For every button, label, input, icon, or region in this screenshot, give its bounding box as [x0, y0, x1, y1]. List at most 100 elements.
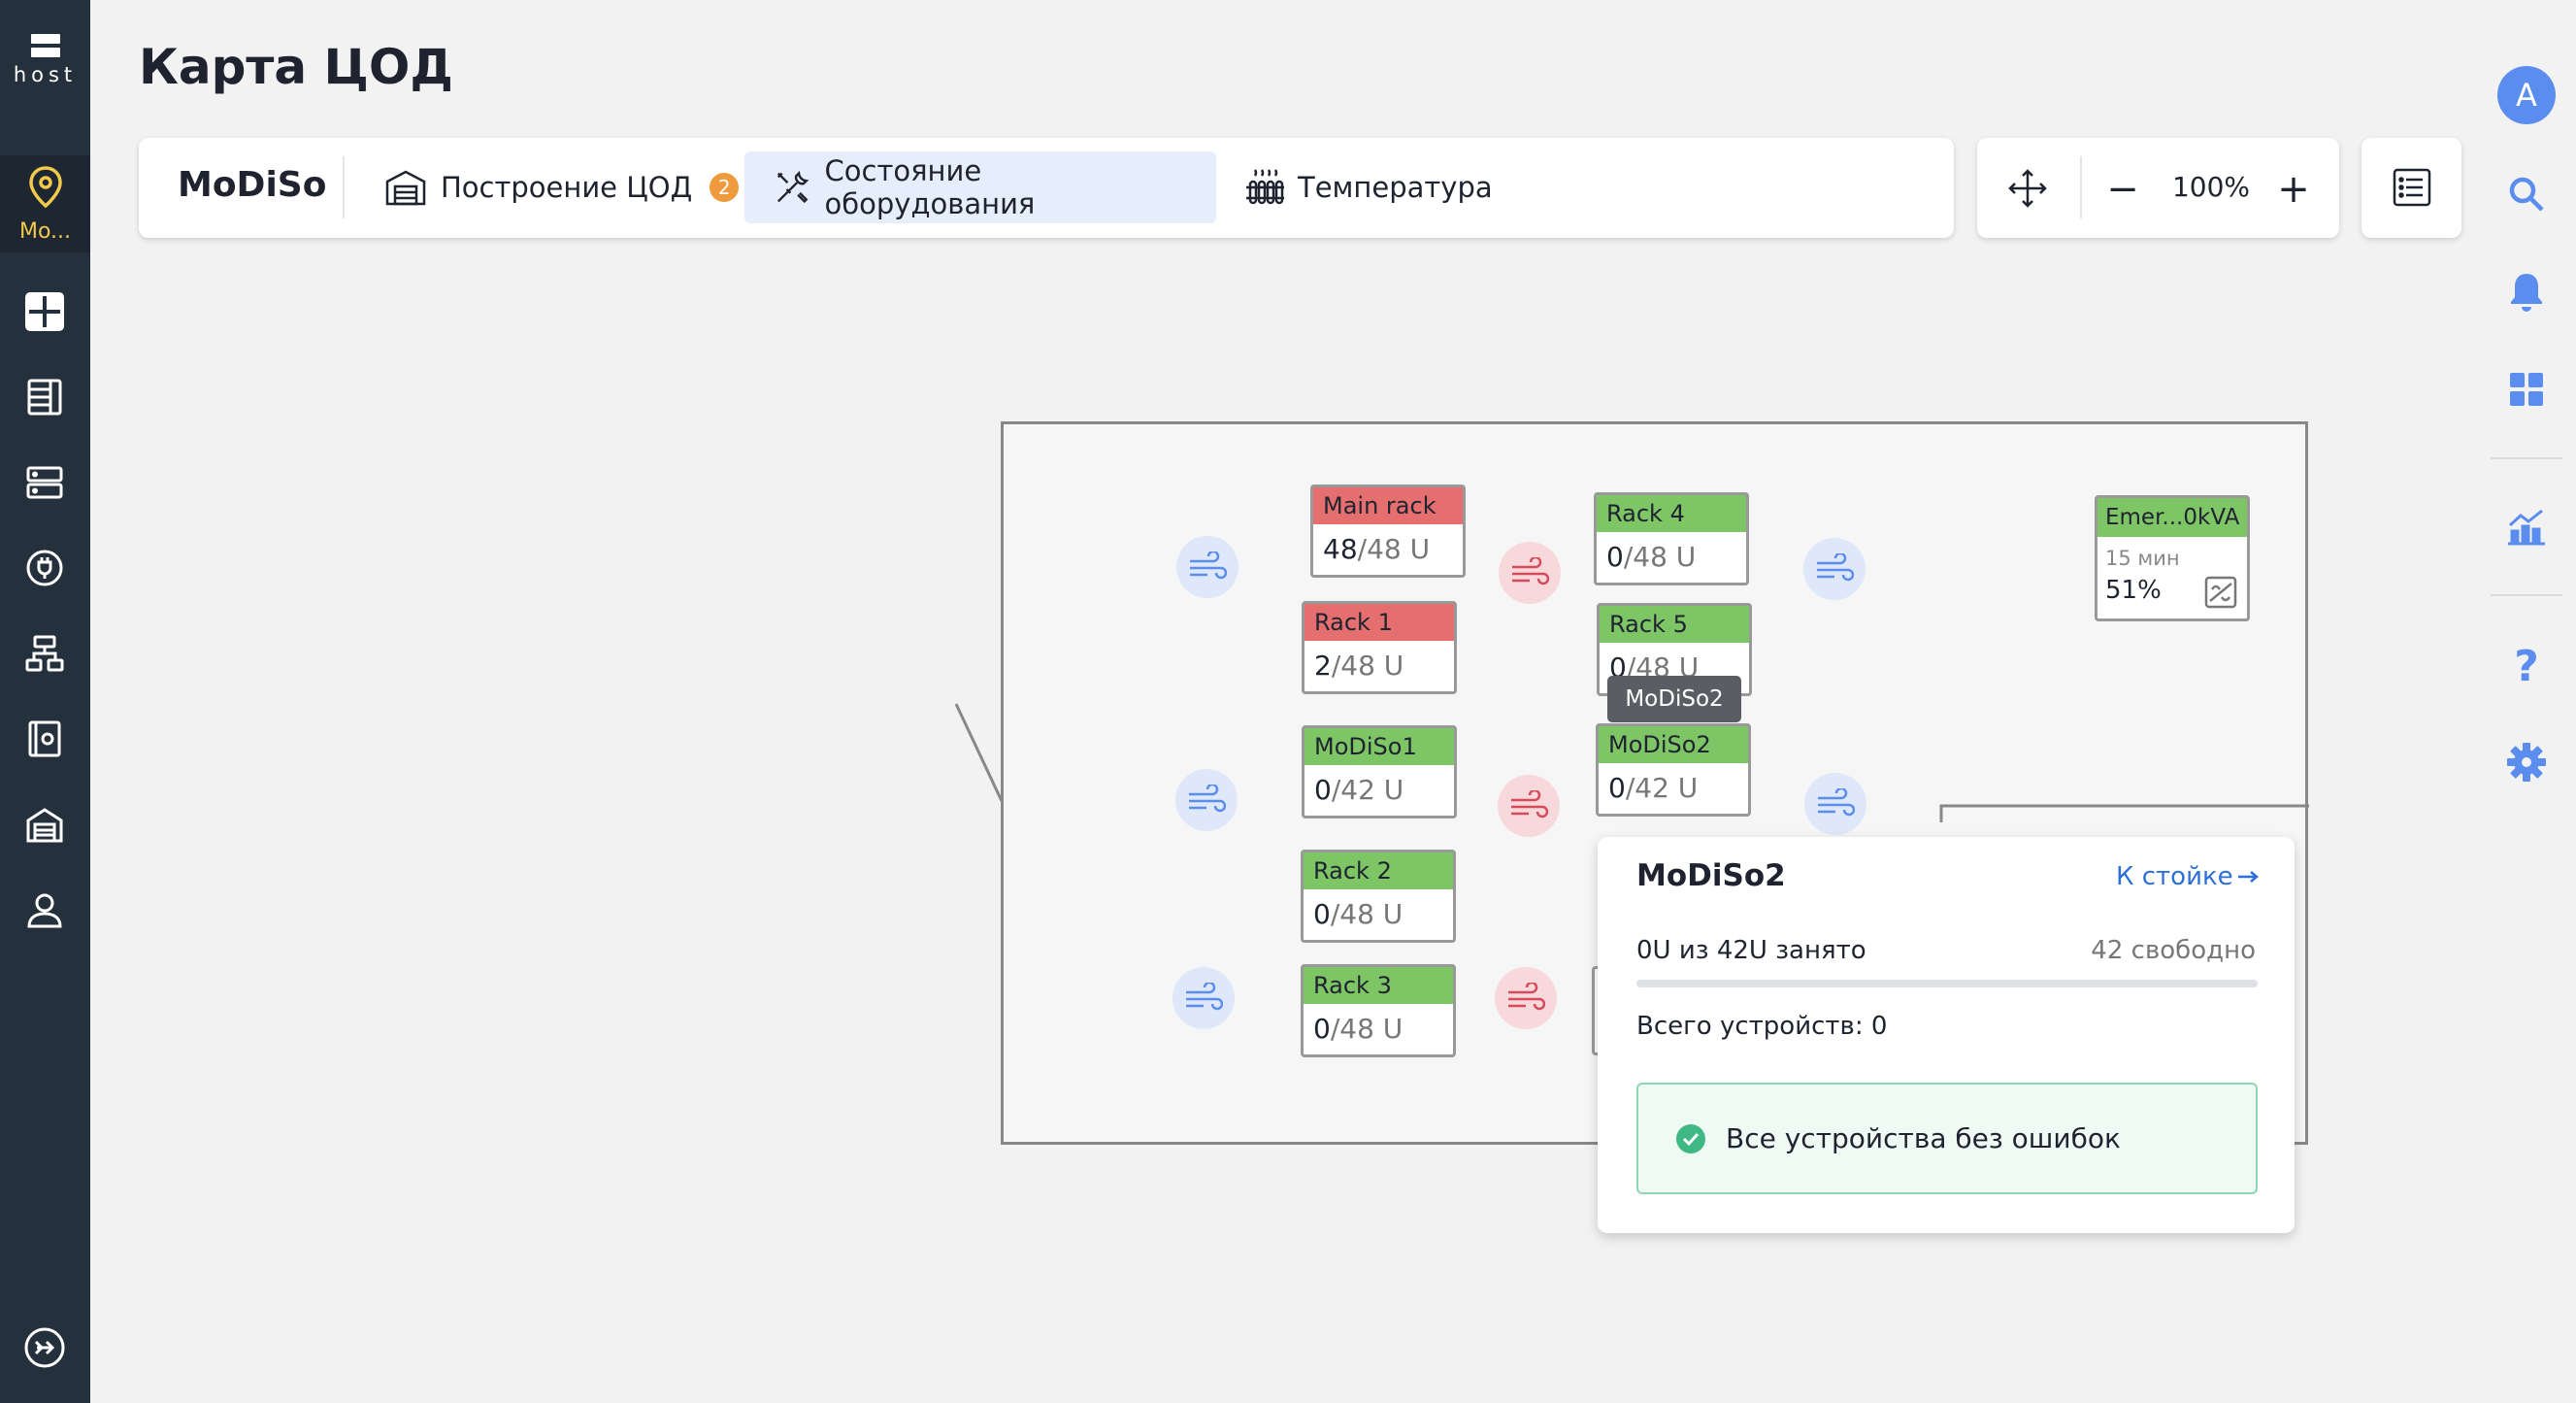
wind-icon — [1190, 551, 1227, 580]
search-button[interactable] — [2497, 165, 2556, 223]
notifications-button[interactable] — [2497, 263, 2556, 321]
tab-label: Температура — [1298, 171, 1493, 204]
zoom-in-button[interactable]: + — [2266, 162, 2321, 217]
wind-icon — [1189, 785, 1226, 813]
rack-total: /42 U — [1625, 772, 1699, 804]
expand-sidebar-icon — [24, 1327, 65, 1368]
heat-unit[interactable] — [1499, 542, 1561, 604]
rack-tooltip: MoDiSo2 — [1607, 676, 1741, 722]
wind-icon — [1511, 790, 1548, 818]
rack-total: /48 U — [1330, 898, 1404, 930]
tab-build-dc[interactable]: Построение ЦОД 2 — [355, 151, 768, 223]
heat-unit[interactable] — [1498, 775, 1560, 837]
sidebar-item-power[interactable] — [14, 537, 76, 599]
rack-name: Main rack — [1313, 487, 1463, 524]
sidebar-item-servers[interactable] — [14, 451, 76, 514]
sidebar-item-storage[interactable] — [14, 708, 76, 770]
grid-icon — [2510, 373, 2543, 406]
rack-name: Rack 4 — [1597, 495, 1746, 532]
room-partition — [1939, 804, 2309, 822]
cooling-unit[interactable] — [1175, 769, 1238, 831]
zoom-out-button[interactable]: − — [2096, 162, 2150, 217]
rack-4[interactable]: Rack 4 0/48 U — [1594, 492, 1749, 585]
occupancy-text: 0U из 42U занято — [1636, 936, 1866, 965]
sidebar-item-datacenter[interactable] — [14, 793, 76, 855]
cooling-unit[interactable] — [1176, 536, 1238, 598]
sidebar-location[interactable]: Mo... — [0, 155, 90, 252]
heat-unit[interactable] — [1495, 967, 1557, 1029]
sidebar: host Mo... — [0, 0, 90, 1403]
tools-icon — [776, 170, 809, 204]
rack-2[interactable]: Rack 2 0/48 U — [1301, 850, 1456, 943]
tab-equipment-status[interactable]: Состояние оборудования — [744, 151, 1216, 223]
rack-total: /48 U — [1357, 533, 1431, 565]
location-pin-icon — [28, 166, 62, 209]
sidebar-item-network[interactable] — [14, 622, 76, 685]
status-box: Все устройства без ошибок — [1636, 1083, 2258, 1194]
cooling-unit[interactable] — [1803, 538, 1866, 600]
rack-used: 0 — [1608, 772, 1626, 804]
tab-bar: MoDiSo Построение ЦОД 2 Состояние оборуд… — [139, 138, 1954, 238]
rack-3[interactable]: Rack 3 0/48 U — [1301, 964, 1456, 1057]
sidebar-item-users[interactable] — [14, 879, 76, 941]
rack-name: MoDiSo2 — [1599, 726, 1748, 763]
sidebar-item-rack-list[interactable] — [14, 366, 76, 428]
dashboard-icon — [25, 292, 64, 331]
analytics-button[interactable] — [2497, 498, 2556, 556]
rack-usage: 0/42 U — [1305, 765, 1454, 816]
device-count: Всего устройств: 0 — [1636, 1012, 1888, 1041]
ups-unit[interactable]: Emer...0kVA 15 мин 51% — [2095, 495, 2250, 621]
logo-text: host — [13, 63, 78, 86]
rack-usage: 0/48 U — [1304, 889, 1453, 940]
tab-temperature[interactable]: Температура — [1216, 151, 1522, 223]
rack-1[interactable]: Rack 1 2/48 U — [1302, 601, 1457, 694]
rack-total: /42 U — [1331, 774, 1404, 806]
rack-usage: 0/48 U — [1304, 1004, 1453, 1054]
wind-icon — [1186, 983, 1223, 1011]
legend-list-button[interactable] — [2361, 138, 2461, 238]
zoom-controls: − 100% + — [1977, 138, 2339, 238]
expand-sidebar-button[interactable] — [14, 1317, 76, 1379]
help-icon: ? — [2514, 641, 2539, 691]
network-icon — [25, 635, 64, 672]
help-button[interactable]: ? — [2497, 637, 2556, 695]
cooling-unit[interactable] — [1172, 967, 1235, 1029]
page-title: Карта ЦОД — [139, 39, 453, 95]
server-icon — [26, 466, 63, 499]
tab-label: Состояние оборудования — [824, 154, 1036, 220]
popup-title: MoDiSo2 — [1636, 858, 1786, 893]
settings-button[interactable] — [2497, 733, 2556, 791]
list-icon — [2393, 168, 2431, 207]
radiator-icon — [1246, 169, 1284, 205]
rack-name: Rack 5 — [1600, 606, 1749, 643]
wind-icon — [1818, 788, 1855, 817]
storage-icon — [28, 720, 61, 757]
avatar[interactable]: A — [2497, 66, 2556, 124]
warehouse-icon — [385, 170, 426, 206]
divider — [343, 156, 345, 218]
ups-name: Emer...0kVA — [2097, 498, 2247, 537]
cooling-unit[interactable] — [1804, 773, 1866, 835]
rack-list-icon — [27, 379, 62, 416]
move-arrows-icon — [2008, 169, 2047, 208]
rack-used: 0 — [1313, 898, 1331, 930]
apps-button[interactable] — [2497, 360, 2556, 418]
rack-total: /48 U — [1330, 1013, 1404, 1045]
chart-icon — [2508, 509, 2545, 546]
rack-name: Rack 3 — [1304, 967, 1453, 1004]
logo[interactable]: host — [0, 34, 90, 86]
location-label: Mo... — [18, 219, 72, 244]
ups-battery-icon — [2204, 576, 2237, 609]
link-label: К стойке — [2116, 862, 2233, 891]
go-to-rack-link[interactable]: К стойке — [2116, 862, 2261, 891]
rack-modiso2[interactable]: MoDiSo2 0/42 U — [1596, 723, 1751, 817]
pan-button[interactable] — [1998, 159, 2057, 217]
rack-name: MoDiSo1 — [1305, 728, 1454, 765]
divider — [2080, 156, 2082, 218]
sidebar-item-dashboard[interactable] — [14, 281, 76, 343]
rack-modiso1[interactable]: MoDiSo1 0/42 U — [1302, 725, 1457, 818]
divider — [2491, 594, 2562, 596]
tab-badge: 2 — [710, 173, 740, 202]
rack-main[interactable]: Main rack 48/48 U — [1310, 484, 1466, 578]
free-units-text: 42 свободно — [2091, 936, 2256, 965]
